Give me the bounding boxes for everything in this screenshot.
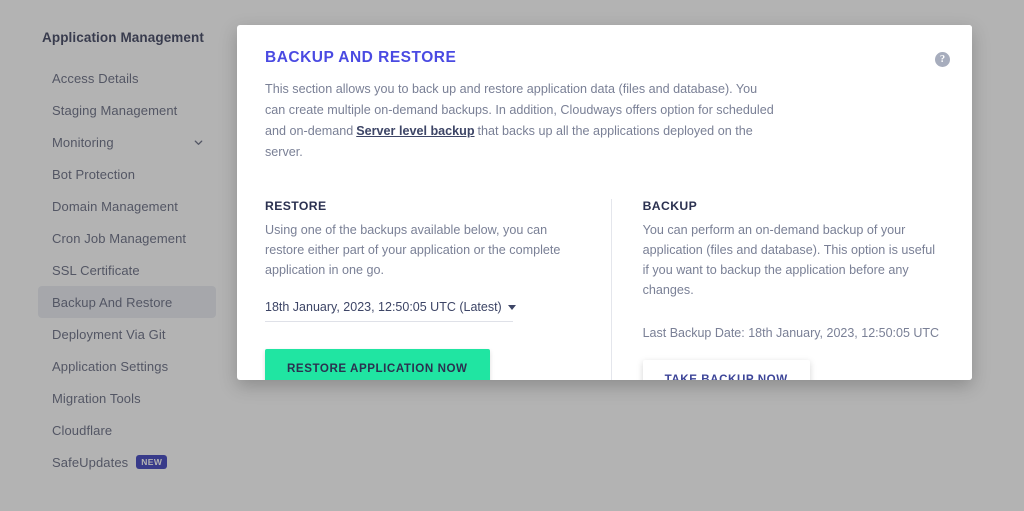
card-columns: RESTORE Using one of the backups availab… xyxy=(251,199,942,380)
backup-description: You can perform an on-demand backup of y… xyxy=(642,223,935,297)
take-backup-button[interactable]: TAKE BACKUP NOW xyxy=(642,360,810,380)
restore-application-button[interactable]: RESTORE APPLICATION NOW xyxy=(265,349,490,380)
backup-heading: BACKUP xyxy=(642,199,698,213)
last-backup-date: Last Backup Date: 18th January, 2023, 12… xyxy=(642,326,940,340)
restore-description: Using one of the backups available below… xyxy=(265,223,561,277)
backup-restore-card: BACKUP AND RESTORE This section allows y… xyxy=(237,25,972,380)
restore-section: RESTORE Using one of the backups availab… xyxy=(265,199,611,380)
page-title: BACKUP AND RESTORE xyxy=(265,49,457,66)
backup-section: BACKUP You can perform an on-demand back… xyxy=(610,199,942,380)
help-circle-icon[interactable]: ? xyxy=(935,52,950,67)
backup-select-value: 18th January, 2023, 12:50:05 UTC (Latest… xyxy=(265,300,502,314)
caret-down-icon xyxy=(507,304,516,310)
server-level-backup-link[interactable]: Server level backup xyxy=(353,124,477,138)
backup-select[interactable]: 18th January, 2023, 12:50:05 UTC (Latest… xyxy=(265,300,516,322)
card-description: This section allows you to back up and r… xyxy=(265,79,777,163)
restore-heading: RESTORE xyxy=(265,199,327,213)
